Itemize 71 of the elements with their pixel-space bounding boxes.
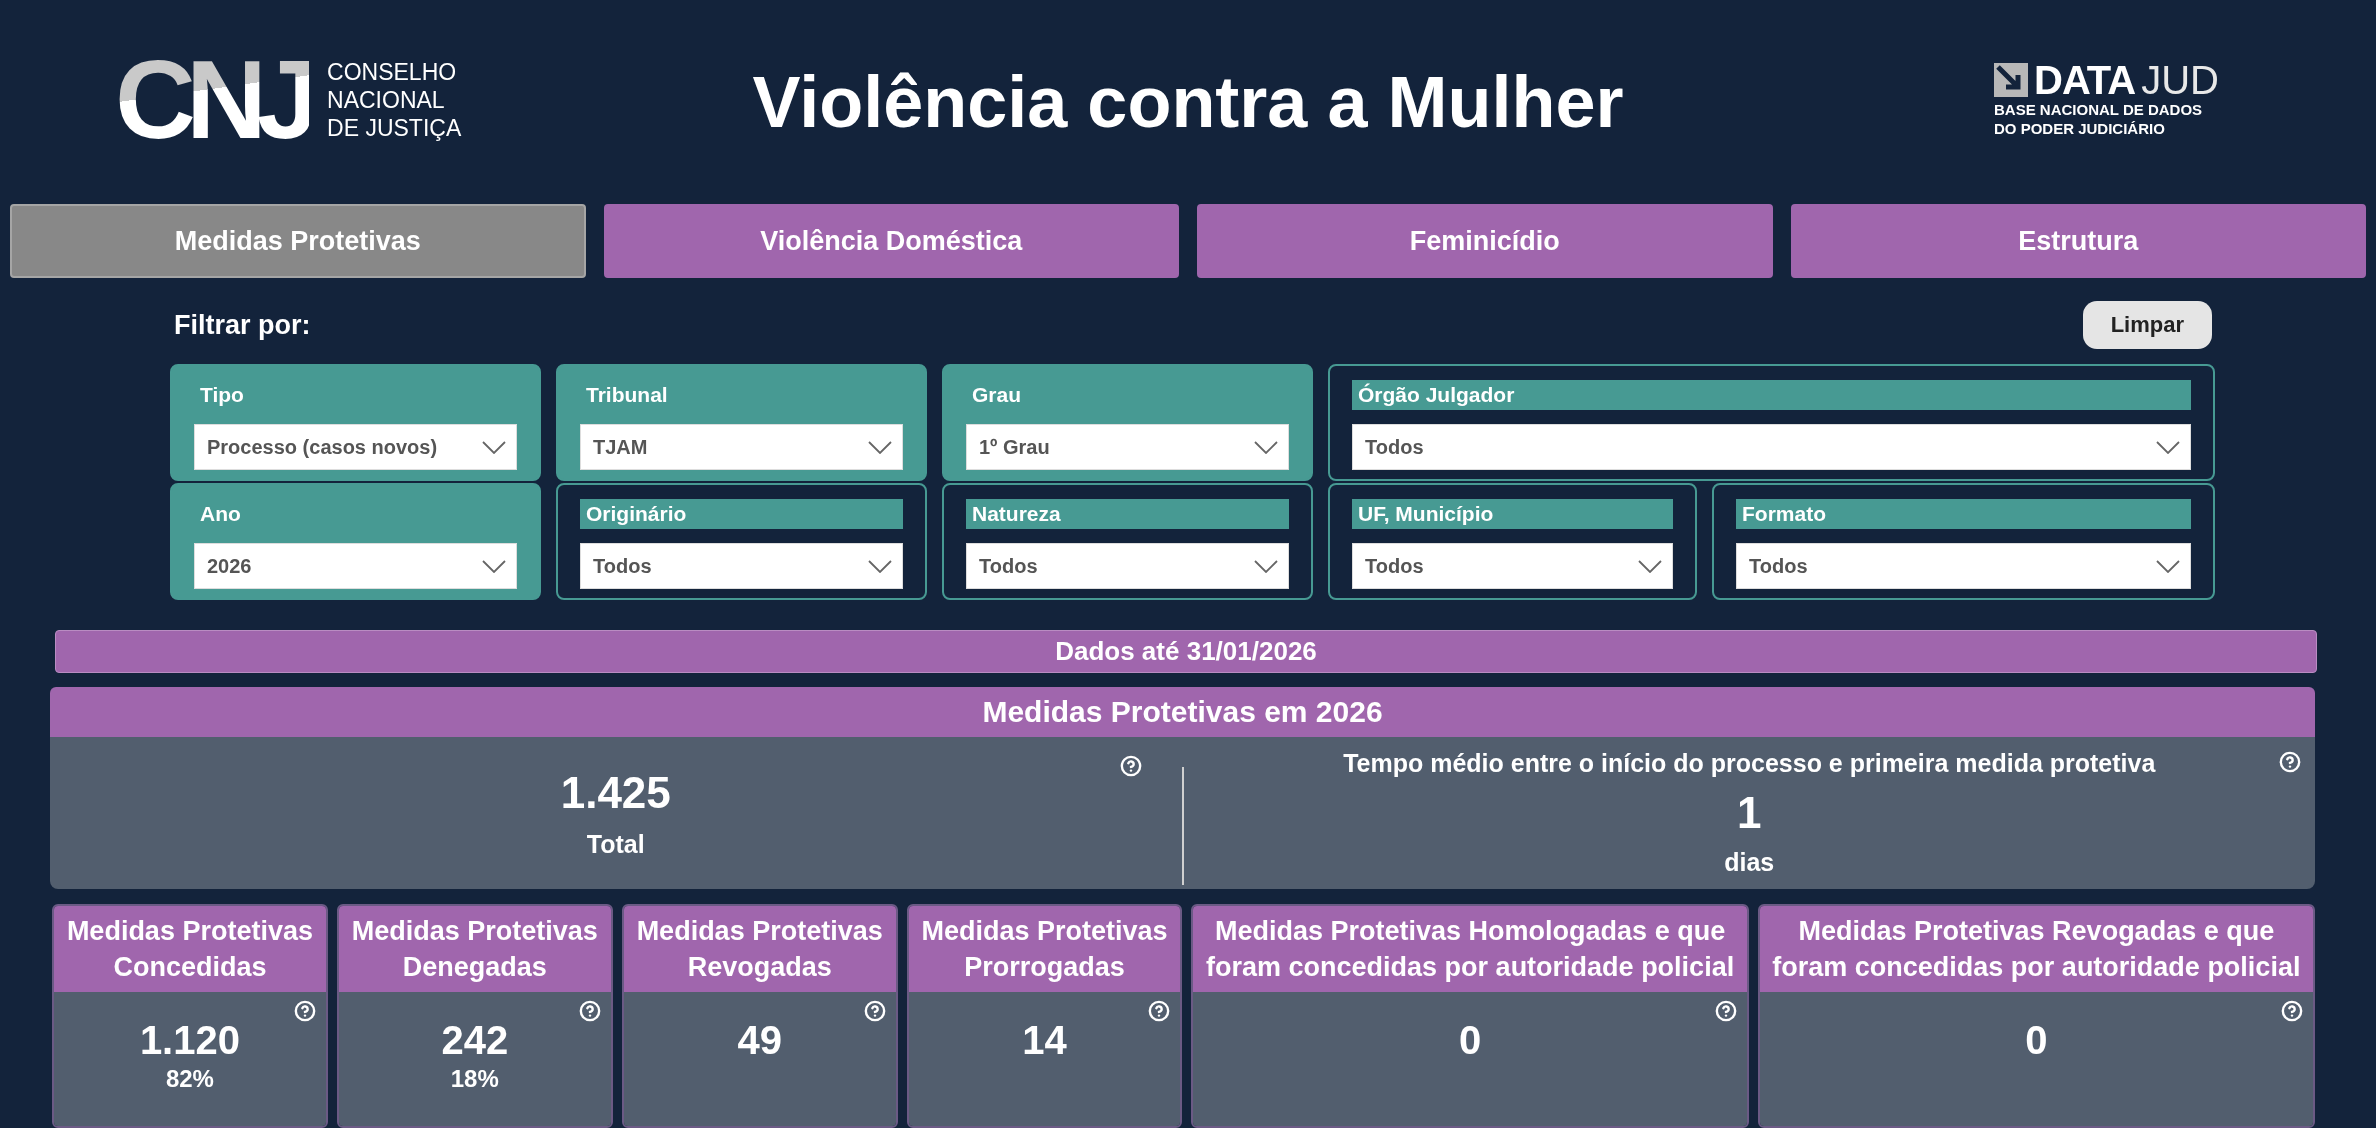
metric-value: 1 [1737,788,1762,838]
filter-title: Grau [971,382,1022,409]
data-date-banner: Dados até 31/01/2026 [55,630,2317,673]
tab[interactable]: Estrutura [1790,204,2366,279]
chevron-down-icon [868,559,892,573]
help-icon[interactable] [2279,751,2301,773]
filter-title: Órgão Julgador [1352,380,2191,411]
dropdown[interactable]: 1º Grau [966,424,1289,471]
metric-title: Tempo médio entre o início do processo e primeira medida protetiva [1343,749,2156,778]
dropdown[interactable]: Todos [580,543,903,590]
dropdown[interactable]: Processo (casos novos) [194,424,517,471]
chevron-down-icon [2156,559,2180,573]
card-value: 0 [1458,1017,1482,1064]
filter-title: Originário [580,499,903,530]
dropdown[interactable]: Todos [966,543,1289,590]
card-value: 14 [1022,1017,1067,1064]
help-icon[interactable] [2281,1000,2303,1022]
total-label: Total [586,829,645,859]
chevron-down-icon [482,440,506,454]
card-percentage: 18% [450,1064,499,1094]
card-value: 0 [2025,1017,2048,1064]
help-icon[interactable] [293,1000,316,1022]
chevron-down-icon [1254,440,1278,454]
card-title: Medidas Protetivas Denegadas [338,906,611,992]
logo-subtitle: BASE NACIONAL DE DADOS [1994,100,2203,120]
dropdown[interactable]: TJAM [580,424,903,471]
total-value: 1.425 [560,767,671,818]
metric-unit: dias [1724,848,1775,877]
logo-text: CONSELHO [327,58,457,87]
arrow-square-icon [1994,63,2028,98]
help-icon[interactable] [578,1000,601,1022]
chevron-down-icon [1638,559,1662,573]
section-title: Medidas Protetivas em 2026 [50,687,2315,737]
dropdown[interactable]: 2026 [194,543,517,590]
chevron-down-icon [868,440,892,454]
chevron-down-icon [2156,440,2180,454]
filter-title: Tipo [199,382,245,409]
page-title: Violência contra a Mulher [751,61,1625,144]
logo-subtitle: DO PODER JUDICIÁRIO [1994,119,2165,139]
card-title: Medidas Protetivas Revogadas e que foram concedidas por autoridade policial [1759,906,2313,992]
logo-text: NACIONAL [327,86,445,115]
card-value: 1.120 [139,1017,240,1064]
logo-text: JUD [2141,60,2219,101]
tab[interactable]: Feminicídio [1197,204,1773,279]
clear-button[interactable]: Limpar [2082,301,2212,350]
help-icon[interactable] [863,1000,886,1022]
tab[interactable]: Medidas Protetivas [10,204,586,279]
logo-text: DE JUSTIÇA [327,114,462,143]
chevron-down-icon [482,559,506,573]
card-value: 242 [441,1017,509,1064]
dropdown[interactable]: Todos [1352,543,1673,590]
card-value: 49 [737,1017,782,1064]
filter-title: Tribunal [585,382,669,409]
filter-label: Filtrar por: [174,309,311,341]
card-title: Medidas Protetivas Concedidas [54,906,326,992]
help-icon[interactable] [1148,1000,1171,1022]
help-icon[interactable] [1119,755,1142,777]
filter-title: Ano [199,501,242,528]
help-icon[interactable] [1714,1000,1737,1022]
logo-text: DATA [2034,60,2136,101]
tab[interactable]: Violência Doméstica [603,204,1179,279]
dropdown[interactable]: Todos [1736,543,2191,590]
filter-title: Formato [1736,499,2191,530]
chevron-down-icon [1254,559,1278,573]
card-percentage: 82% [165,1064,214,1094]
card-title: Medidas Protetivas Revogadas [623,906,896,992]
dropdown[interactable]: Todos [1352,424,2191,471]
filter-title: Natureza [966,499,1289,530]
card-title: Medidas Protetivas Prorrogadas [908,906,1181,992]
filter-title: UF, Município [1352,499,1673,530]
card-title: Medidas Protetivas Homologadas e que foram concedidas por autoridade policial [1193,906,1747,992]
